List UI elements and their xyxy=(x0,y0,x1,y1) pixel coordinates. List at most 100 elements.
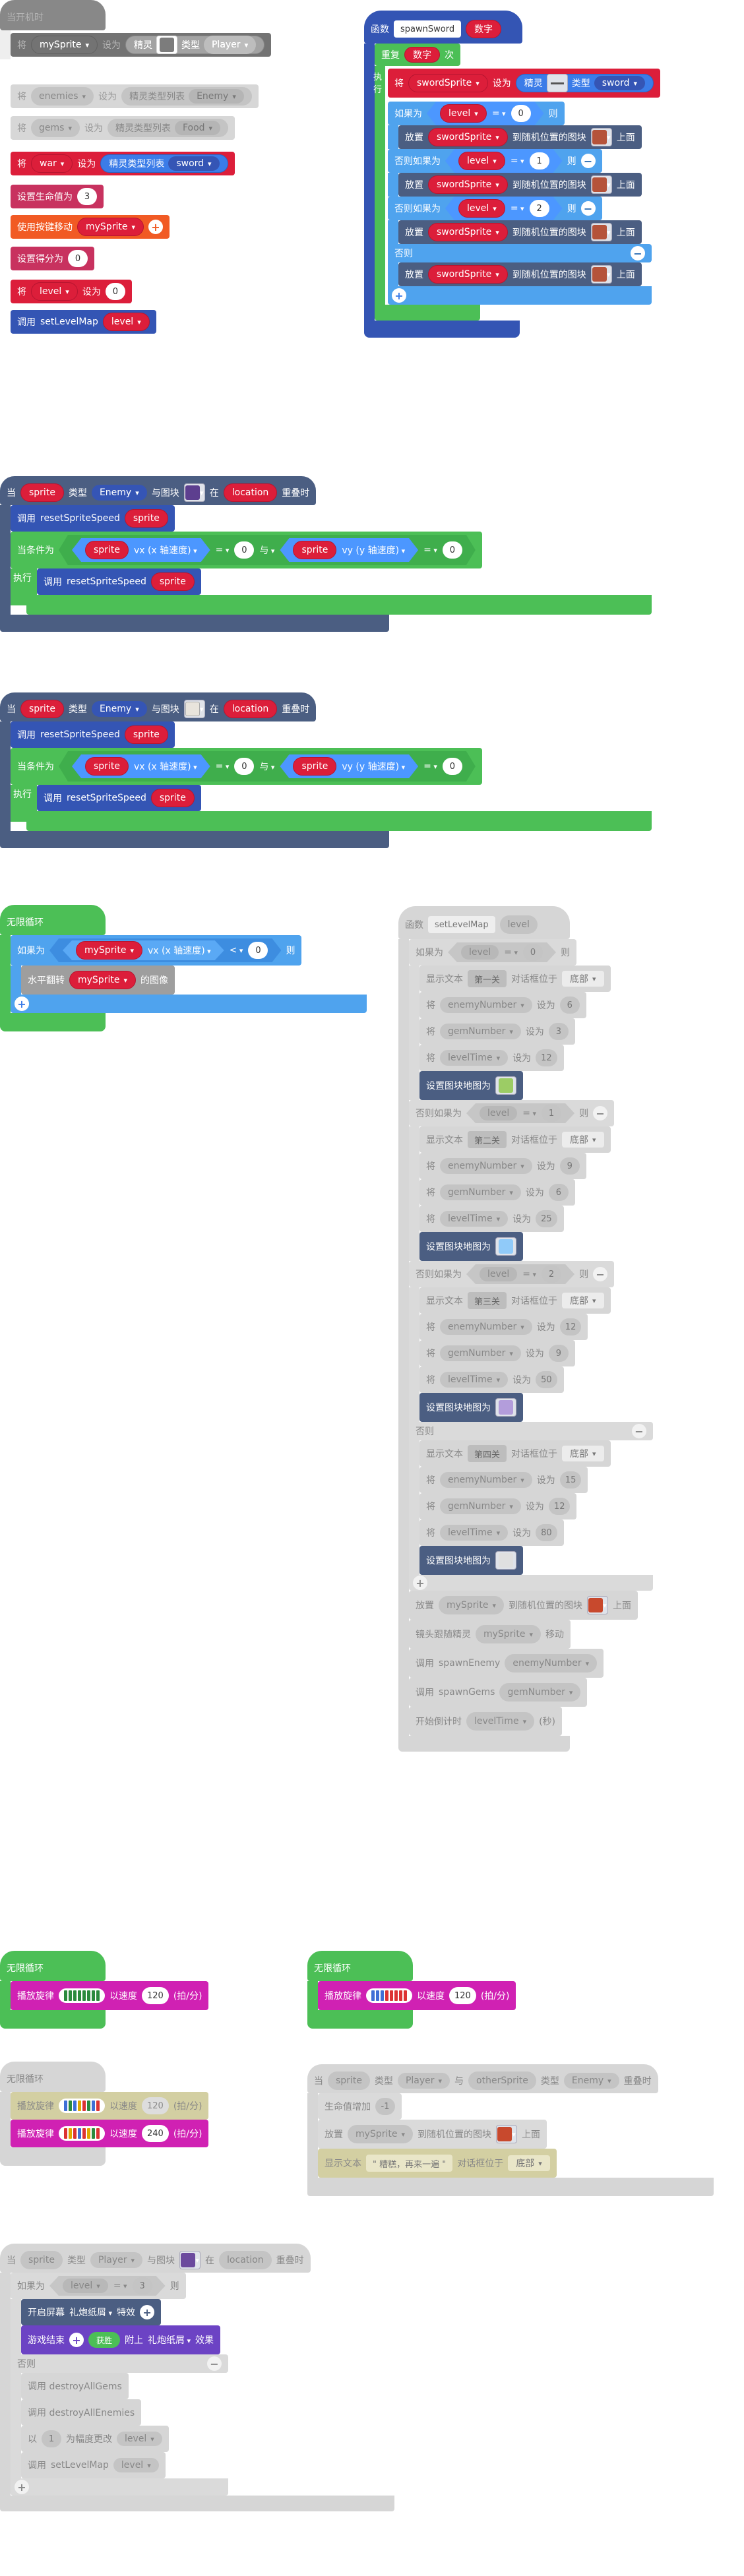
chest-tile-icon[interactable] xyxy=(590,175,612,194)
set-var-block[interactable]: 将enemyNumber设为9 xyxy=(419,1153,586,1179)
melody-notes-1[interactable] xyxy=(59,1988,105,2003)
set-enemies-block[interactable]: 将 enemies 设为 精灵类型列表 Enemy xyxy=(11,84,259,108)
set-var-block[interactable]: 将levelTime设为80 xyxy=(419,1519,564,1546)
function-spawnsword[interactable]: 函数 spawnSword 数字 重复 数字 次 执行 将 swordSprit… xyxy=(364,11,661,338)
remove-branch-icon[interactable]: − xyxy=(580,154,596,168)
set-var-block[interactable]: 将gemNumber设为3 xyxy=(419,1018,575,1045)
set-var-block[interactable]: 将gemNumber设为12 xyxy=(419,1493,577,1519)
set-var-block[interactable]: 将enemyNumber设为15 xyxy=(419,1467,588,1493)
on-overlap-tile-player[interactable]: 当 sprite 类型 Player 与图块 在 location 重叠时 如果… xyxy=(0,2244,394,2511)
place-mysprite-block[interactable]: 放置mySprite到随机位置的图块上面 xyxy=(409,1591,638,1620)
remove-branch-icon[interactable]: − xyxy=(631,246,645,261)
add-param-icon[interactable]: + xyxy=(148,220,163,234)
fn-name-field[interactable]: spawnSword xyxy=(394,20,462,38)
add-branch-icon[interactable]: + xyxy=(15,997,29,1011)
place-sword-2[interactable]: 放置 swordSprite 到随机位置的图块 上面 xyxy=(398,220,642,244)
portal-tile-icon[interactable] xyxy=(179,2251,201,2269)
blocks-workspace[interactable]: 当开机时 将 mySprite 设为 精灵 类型 Player xyxy=(0,0,744,2576)
remove-branch-icon[interactable]: − xyxy=(207,2356,222,2371)
purple-tile-icon[interactable] xyxy=(183,483,205,502)
set-var-block[interactable]: 将gemNumber设为9 xyxy=(419,1340,575,1366)
remove-branch-icon[interactable]: − xyxy=(593,1267,608,1281)
on-overlap-sprites[interactable]: 当 sprite 类型 Player 与 otherSprite 类型 Enem… xyxy=(307,2064,714,2196)
set-tilemap-block[interactable]: 设置图块地图为 xyxy=(419,1546,523,1575)
set-tilemap-block[interactable]: 设置图块地图为 xyxy=(419,1232,523,1261)
while-block-2[interactable]: 当条件为 spritevx (x 轴速度) = 0 与 spritevy (y … xyxy=(11,748,482,785)
chest-tile-icon[interactable] xyxy=(590,128,612,146)
life-value[interactable]: 3 xyxy=(77,188,97,205)
elif-level-1[interactable]: 否则如果为 level=1 则 − xyxy=(388,149,602,173)
show-text-block[interactable]: 显示文本 第四关 对话框位于 底部 xyxy=(419,1440,611,1467)
add-param-icon[interactable]: + xyxy=(140,2305,155,2319)
set-var-block[interactable]: 将enemyNumber设为12 xyxy=(419,1314,588,1340)
set-var-block[interactable]: 将levelTime设为12 xyxy=(419,1045,564,1071)
while-block[interactable]: 当条件为 spritevx (x 轴速度) = 0 与 spritevy (y … xyxy=(11,532,482,568)
on-start-group[interactable]: 当开机时 将 mySprite 设为 精灵 类型 Player xyxy=(0,0,272,59)
var-war-dropdown[interactable]: war xyxy=(31,154,73,173)
var-gems-dropdown[interactable]: gems xyxy=(31,119,80,137)
slm-elif[interactable]: 否则如果为level=1则− xyxy=(409,1100,615,1126)
if-level-0[interactable]: 如果为 level=0 则 xyxy=(388,102,565,125)
set-var-block[interactable]: 将gemNumber设为6 xyxy=(419,1179,575,1206)
set-var-block[interactable]: 将enemyNumber设为6 xyxy=(419,992,586,1018)
show-text-block[interactable]: 显示文本 第三关 对话框位于 底部 xyxy=(419,1287,611,1314)
move-with-buttons-block[interactable]: 使用按键移动 mySprite + xyxy=(11,215,170,239)
var-level-dropdown[interactable]: level xyxy=(31,282,78,301)
set-mysprite-block[interactable]: 将 mySprite 设为 精灵 类型 Player xyxy=(11,33,272,57)
set-war-block[interactable]: 将 war 设为 精灵类型列表 sword xyxy=(11,152,235,175)
camera-follow-block[interactable]: 镜头跟随精灵mySprite移动 xyxy=(409,1620,571,1649)
sword-sprite-image[interactable] xyxy=(546,74,568,92)
elif-level-2[interactable]: 否则如果为 level=2 则 − xyxy=(388,197,602,220)
add-branch-icon[interactable]: + xyxy=(392,288,406,303)
remove-branch-icon[interactable]: − xyxy=(632,1424,646,1438)
slm-elif[interactable]: 否则如果为level=2则− xyxy=(409,1261,615,1287)
param-number[interactable]: 数字 xyxy=(466,20,502,38)
place-sword-else[interactable]: 放置 swordSprite 到随机位置的图块 上面 xyxy=(398,262,642,286)
slm-else[interactable]: 否则 − xyxy=(409,1422,653,1440)
set-score-block[interactable]: 设置得分为 0 xyxy=(11,247,94,270)
var-enemies-dropdown[interactable]: enemies xyxy=(31,87,94,106)
list-kind-food[interactable]: 精灵类型列表 Food xyxy=(107,119,229,137)
melody-notes-2[interactable] xyxy=(366,1988,412,2003)
repeat-block[interactable]: 重复 数字 次 xyxy=(375,44,460,66)
set-var-block[interactable]: 将levelTime设为25 xyxy=(419,1206,564,1232)
forever-flip[interactable]: 无限循环 如果为 mySpritevx (x 轴速度) < 0 则 水平翻 xyxy=(0,905,367,1031)
chest-tile-icon[interactable] xyxy=(590,223,612,241)
tilemap-thumbnail-icon[interactable] xyxy=(495,1398,516,1417)
list-kind-sword[interactable]: 精灵类型列表 sword xyxy=(100,154,228,173)
tilemap-thumbnail-icon[interactable] xyxy=(495,1551,516,1570)
remove-branch-icon[interactable]: − xyxy=(580,201,596,216)
set-var-block[interactable]: 将levelTime设为50 xyxy=(419,1366,564,1393)
set-gems-block[interactable]: 将 gems 设为 精灵类型列表 Food xyxy=(11,116,235,140)
call-spawnenemy-block[interactable]: 调用 spawnEnemy enemyNumber xyxy=(409,1649,604,1678)
on-overlap-tile-enemy-2[interactable]: 当 sprite 类型 Enemy 与图块 在 location 重叠时 调用 … xyxy=(0,692,652,848)
chest-tile-icon[interactable] xyxy=(590,265,612,284)
add-branch-icon[interactable]: + xyxy=(15,2480,29,2494)
chest-tile-icon[interactable] xyxy=(586,1596,608,1614)
var-mysprite-dropdown-2[interactable]: mySprite xyxy=(77,218,144,236)
forever-music-2[interactable]: 无限循环 播放旋律 以速度 120 (拍/分) xyxy=(307,1951,516,2029)
on-overlap-tile-enemy-1[interactable]: 当 sprite 类型 Enemy 与图块 在 location 重叠时 调用 … xyxy=(0,476,652,632)
place-sword-0[interactable]: 放置 swordSprite 到随机位置的图块 上面 xyxy=(398,125,642,149)
white-tile-icon[interactable] xyxy=(183,700,205,718)
slm-if[interactable]: 如果为level=0则 xyxy=(409,939,577,966)
place-sword-1[interactable]: 放置 swordSprite 到随机位置的图块 上面 xyxy=(398,173,642,197)
score-value[interactable]: 0 xyxy=(68,250,88,267)
add-branch-icon[interactable]: + xyxy=(413,1576,427,1590)
call-spawngems-block[interactable]: 调用 spawnGems gemNumber xyxy=(409,1678,588,1707)
function-spawnsword-hat[interactable]: 函数 spawnSword 数字 xyxy=(364,11,522,44)
add-param-icon[interactable]: + xyxy=(69,2333,84,2347)
on-start-hat[interactable]: 当开机时 xyxy=(0,0,106,30)
forever-music-1[interactable]: 无限循环 播放旋律 以速度 120 (拍/分) xyxy=(0,1951,209,2029)
create-sprite-pill[interactable]: 精灵 类型 Player xyxy=(125,36,265,54)
tilemap-thumbnail-icon[interactable] xyxy=(495,1237,516,1256)
chest-tile-icon[interactable] xyxy=(495,2125,517,2143)
player-sprite-image[interactable] xyxy=(156,36,177,54)
flip-block[interactable]: 水平翻转 mySprite 的图像 xyxy=(21,966,175,995)
call-setlevelmap-block[interactable]: 调用 setLevelMap level xyxy=(11,310,156,334)
var-mysprite-dropdown[interactable]: mySprite xyxy=(31,36,98,54)
show-text-block[interactable]: 显示文本 第一关 对话框位于 底部 xyxy=(419,966,611,992)
tilemap-thumbnail-icon[interactable] xyxy=(495,1076,516,1095)
show-text-block[interactable]: 显示文本 第二关 对话框位于 底部 xyxy=(419,1126,611,1153)
set-life-block[interactable]: 设置生命值为 3 xyxy=(11,185,104,208)
